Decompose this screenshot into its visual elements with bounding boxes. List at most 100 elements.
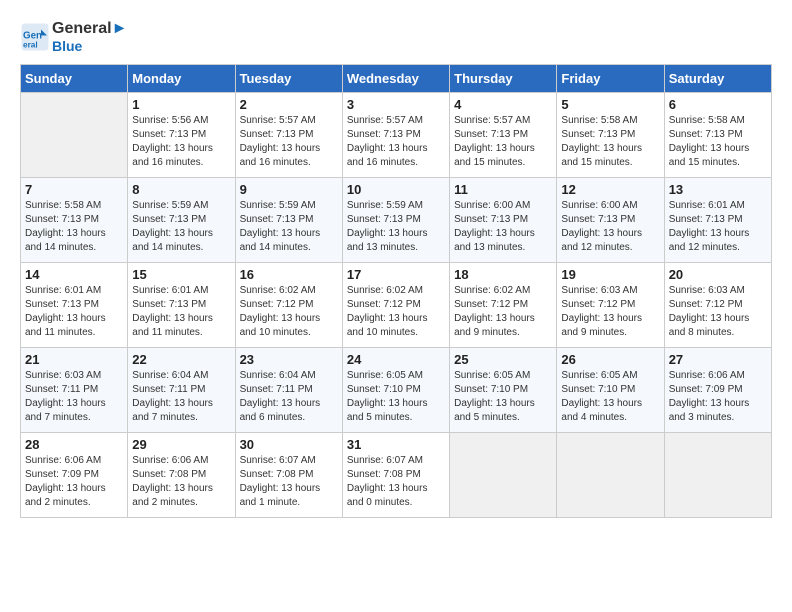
calendar-cell: 23 Sunrise: 6:04 AM Sunset: 7:11 PM Dayli…	[235, 348, 342, 433]
header-row: SundayMondayTuesdayWednesdayThursdayFrid…	[21, 65, 772, 93]
day-header-thursday: Thursday	[450, 65, 557, 93]
day-info: Sunrise: 6:04 AM Sunset: 7:11 PM Dayligh…	[240, 369, 338, 425]
day-info: Sunrise: 6:03 AM Sunset: 7:12 PM Dayligh…	[669, 284, 767, 340]
day-number: 4	[454, 97, 552, 112]
calendar-cell: 2 Sunrise: 5:57 AM Sunset: 7:13 PM Daylig…	[235, 93, 342, 178]
calendar-cell: 14 Sunrise: 6:01 AM Sunset: 7:13 PM Dayli…	[21, 263, 128, 348]
calendar-cell: 26 Sunrise: 6:05 AM Sunset: 7:10 PM Dayli…	[557, 348, 664, 433]
day-number: 6	[669, 97, 767, 112]
day-info: Sunrise: 5:56 AM Sunset: 7:13 PM Dayligh…	[132, 114, 230, 170]
calendar-cell: 27Sunrise: 6:06 AM Sunset: 7:09 PM Dayli…	[664, 348, 771, 433]
day-number: 2	[240, 97, 338, 112]
day-info: Sunrise: 6:02 AM Sunset: 7:12 PM Dayligh…	[454, 284, 552, 340]
day-number: 18	[454, 267, 552, 282]
day-number: 14	[25, 267, 123, 282]
calendar-cell: 4 Sunrise: 5:57 AM Sunset: 7:13 PM Daylig…	[450, 93, 557, 178]
calendar-cell: 29 Sunrise: 6:06 AM Sunset: 7:08 PM Dayli…	[128, 433, 235, 518]
day-info: Sunrise: 6:04 AM Sunset: 7:11 PM Dayligh…	[132, 369, 230, 425]
day-info: Sunrise: 6:06 AM Sunset: 7:09 PM Dayligh…	[25, 454, 123, 510]
calendar-week-3: 14 Sunrise: 6:01 AM Sunset: 7:13 PM Dayli…	[21, 263, 772, 348]
day-info: Sunrise: 5:59 AM Sunset: 7:13 PM Dayligh…	[347, 199, 445, 255]
calendar-cell: 12 Sunrise: 6:00 AM Sunset: 7:13 PM Dayli…	[557, 178, 664, 263]
calendar-cell: 21 Sunrise: 6:03 AM Sunset: 7:11 PM Dayli…	[21, 348, 128, 433]
day-number: 31	[347, 437, 445, 452]
day-info: Sunrise: 6:07 AM Sunset: 7:08 PM Dayligh…	[240, 454, 338, 510]
day-info: Sunrise: 5:58 AM Sunset: 7:13 PM Dayligh…	[25, 199, 123, 255]
day-info: Sunrise: 5:58 AM Sunset: 7:13 PM Dayligh…	[669, 114, 767, 170]
day-number: 3	[347, 97, 445, 112]
day-number: 30	[240, 437, 338, 452]
day-number: 17	[347, 267, 445, 282]
day-number: 15	[132, 267, 230, 282]
calendar-cell	[21, 93, 128, 178]
calendar-cell: 7 Sunrise: 5:58 AM Sunset: 7:13 PM Daylig…	[21, 178, 128, 263]
day-header-saturday: Saturday	[664, 65, 771, 93]
day-info: Sunrise: 5:57 AM Sunset: 7:13 PM Dayligh…	[347, 114, 445, 170]
calendar-cell: 15 Sunrise: 6:01 AM Sunset: 7:13 PM Dayli…	[128, 263, 235, 348]
day-info: Sunrise: 6:06 AM Sunset: 7:08 PM Dayligh…	[132, 454, 230, 510]
day-info: Sunrise: 6:01 AM Sunset: 7:13 PM Dayligh…	[25, 284, 123, 340]
calendar-cell: 25 Sunrise: 6:05 AM Sunset: 7:10 PM Dayli…	[450, 348, 557, 433]
calendar-cell: 17Sunrise: 6:02 AM Sunset: 7:12 PM Dayli…	[342, 263, 449, 348]
day-info: Sunrise: 6:00 AM Sunset: 7:13 PM Dayligh…	[561, 199, 659, 255]
day-number: 29	[132, 437, 230, 452]
day-info: Sunrise: 6:02 AM Sunset: 7:12 PM Dayligh…	[240, 284, 338, 340]
calendar-cell: 13Sunrise: 6:01 AM Sunset: 7:13 PM Dayli…	[664, 178, 771, 263]
calendar-cell: 11Sunrise: 6:00 AM Sunset: 7:13 PM Dayli…	[450, 178, 557, 263]
calendar-cell: 6 Sunrise: 5:58 AM Sunset: 7:13 PM Daylig…	[664, 93, 771, 178]
day-header-monday: Monday	[128, 65, 235, 93]
day-header-friday: Friday	[557, 65, 664, 93]
day-number: 16	[240, 267, 338, 282]
day-info: Sunrise: 5:58 AM Sunset: 7:13 PM Dayligh…	[561, 114, 659, 170]
calendar-cell: 20 Sunrise: 6:03 AM Sunset: 7:12 PM Dayli…	[664, 263, 771, 348]
day-number: 20	[669, 267, 767, 282]
day-number: 9	[240, 182, 338, 197]
calendar-cell: 3 Sunrise: 5:57 AM Sunset: 7:13 PM Daylig…	[342, 93, 449, 178]
calendar-cell: 8Sunrise: 5:59 AM Sunset: 7:13 PM Daylig…	[128, 178, 235, 263]
calendar-cell: 24Sunrise: 6:05 AM Sunset: 7:10 PM Dayli…	[342, 348, 449, 433]
calendar-cell: 19Sunrise: 6:03 AM Sunset: 7:12 PM Dayli…	[557, 263, 664, 348]
day-number: 12	[561, 182, 659, 197]
day-info: Sunrise: 6:05 AM Sunset: 7:10 PM Dayligh…	[561, 369, 659, 425]
calendar-week-2: 7 Sunrise: 5:58 AM Sunset: 7:13 PM Daylig…	[21, 178, 772, 263]
calendar-cell: 18 Sunrise: 6:02 AM Sunset: 7:12 PM Dayli…	[450, 263, 557, 348]
calendar-cell: 10 Sunrise: 5:59 AM Sunset: 7:13 PM Dayli…	[342, 178, 449, 263]
day-info: Sunrise: 6:01 AM Sunset: 7:13 PM Dayligh…	[132, 284, 230, 340]
day-number: 7	[25, 182, 123, 197]
day-number: 10	[347, 182, 445, 197]
day-number: 25	[454, 352, 552, 367]
calendar-week-1: 1 Sunrise: 5:56 AM Sunset: 7:13 PM Daylig…	[21, 93, 772, 178]
day-info: Sunrise: 5:57 AM Sunset: 7:13 PM Dayligh…	[454, 114, 552, 170]
day-header-tuesday: Tuesday	[235, 65, 342, 93]
day-info: Sunrise: 5:57 AM Sunset: 7:13 PM Dayligh…	[240, 114, 338, 170]
calendar-cell: 9 Sunrise: 5:59 AM Sunset: 7:13 PM Daylig…	[235, 178, 342, 263]
day-info: Sunrise: 6:03 AM Sunset: 7:12 PM Dayligh…	[561, 284, 659, 340]
day-number: 5	[561, 97, 659, 112]
calendar-cell: 30 Sunrise: 6:07 AM Sunset: 7:08 PM Dayli…	[235, 433, 342, 518]
page-header: Gen eral General► Blue	[20, 20, 772, 54]
calendar-week-4: 21 Sunrise: 6:03 AM Sunset: 7:11 PM Dayli…	[21, 348, 772, 433]
calendar-cell: 5 Sunrise: 5:58 AM Sunset: 7:13 PM Daylig…	[557, 93, 664, 178]
day-number: 1	[132, 97, 230, 112]
day-number: 28	[25, 437, 123, 452]
day-info: Sunrise: 6:06 AM Sunset: 7:09 PM Dayligh…	[669, 369, 767, 425]
calendar-table: SundayMondayTuesdayWednesdayThursdayFrid…	[20, 64, 772, 518]
day-header-sunday: Sunday	[21, 65, 128, 93]
day-number: 13	[669, 182, 767, 197]
calendar-cell: 16 Sunrise: 6:02 AM Sunset: 7:12 PM Dayli…	[235, 263, 342, 348]
day-info: Sunrise: 6:05 AM Sunset: 7:10 PM Dayligh…	[347, 369, 445, 425]
calendar-cell	[450, 433, 557, 518]
calendar-cell: 22 Sunrise: 6:04 AM Sunset: 7:11 PM Dayli…	[128, 348, 235, 433]
day-info: Sunrise: 6:05 AM Sunset: 7:10 PM Dayligh…	[454, 369, 552, 425]
svg-text:eral: eral	[23, 41, 38, 50]
day-info: Sunrise: 6:03 AM Sunset: 7:11 PM Dayligh…	[25, 369, 123, 425]
day-number: 23	[240, 352, 338, 367]
day-number: 26	[561, 352, 659, 367]
day-number: 22	[132, 352, 230, 367]
calendar-cell: 31Sunrise: 6:07 AM Sunset: 7:08 PM Dayli…	[342, 433, 449, 518]
day-info: Sunrise: 5:59 AM Sunset: 7:13 PM Dayligh…	[132, 199, 230, 255]
day-number: 21	[25, 352, 123, 367]
logo-text: General► Blue	[52, 20, 127, 54]
calendar-week-5: 28 Sunrise: 6:06 AM Sunset: 7:09 PM Dayli…	[21, 433, 772, 518]
day-info: Sunrise: 5:59 AM Sunset: 7:13 PM Dayligh…	[240, 199, 338, 255]
